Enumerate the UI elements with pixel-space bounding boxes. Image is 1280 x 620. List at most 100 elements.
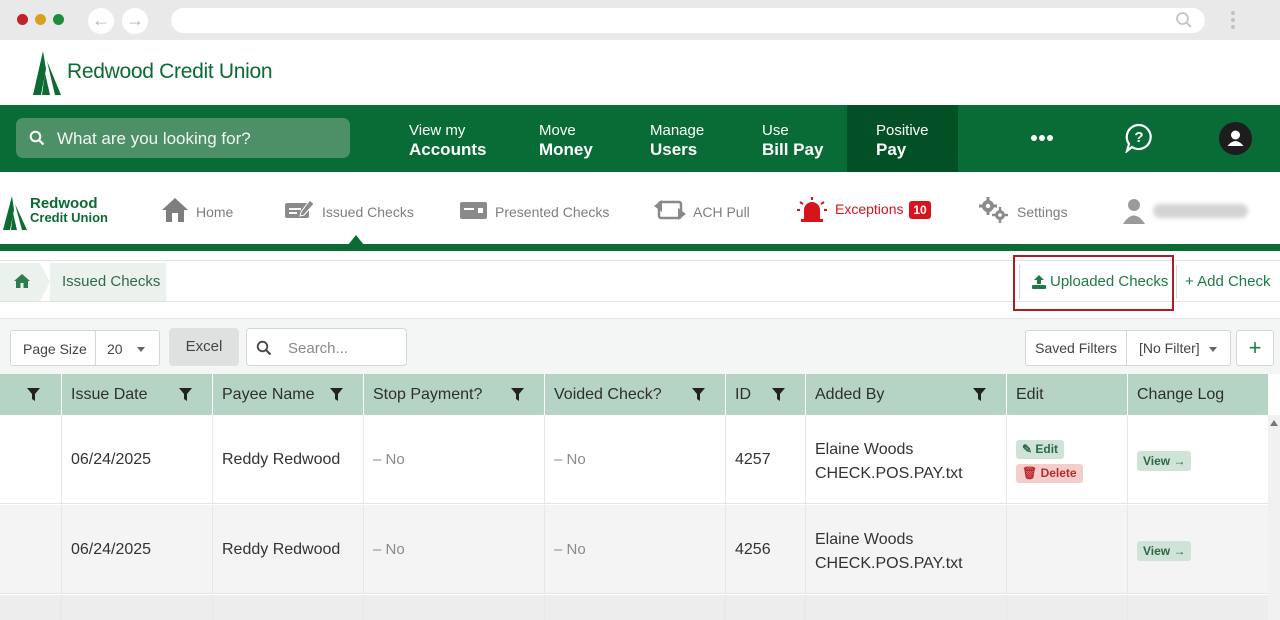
exceptions-count-badge: 10 [909,201,931,219]
global-search-input[interactable]: What are you looking for? [16,118,350,158]
table-row[interactable]: 06/24/2025 Reddy Redwood – No – No 4257 … [0,415,1268,504]
redwood-logo-icon[interactable] [33,51,63,95]
delete-button[interactable]: 🗑 Delete [1016,464,1083,483]
filter-funnel-icon[interactable] [179,388,192,401]
filter-funnel-icon[interactable] [27,388,40,401]
global-search-placeholder: What are you looking for? [57,129,251,148]
main-navigation: What are you looking for? View my Accoun… [0,105,1280,172]
home-icon [14,274,30,288]
stop-payment-value: – No [373,451,405,468]
edit-cell [1007,595,1128,620]
filter-select[interactable]: [No Filter] [1127,330,1231,366]
nav-item-accounts[interactable]: View my Accounts [409,122,486,160]
column-header-edit: Edit [1007,374,1128,415]
scroll-up-icon[interactable] [1270,420,1278,426]
stop-payment-value: – No [373,541,405,558]
page-size-label: Page Size [23,341,87,357]
forward-arrow-icon[interactable]: → [122,8,148,34]
nav-item-line2: Bill Pay [762,140,824,159]
filter-funnel-icon[interactable] [330,388,343,401]
user-icon[interactable] [1122,197,1146,225]
column-header-stop-payment[interactable]: Stop Payment? [364,374,545,415]
voided-cell [545,595,726,620]
tab-ach-pull[interactable]: ACH Pull [654,196,754,224]
saved-filters-button[interactable]: Saved Filters [1025,330,1127,366]
excel-export-button[interactable]: Excel [169,328,239,366]
issue-date-cell: 06/24/2025 [62,505,213,593]
issue-date-cell: 06/24/2025 [62,415,213,503]
search-placeholder: Search... [288,340,349,357]
nav-item-line1: Move [539,122,576,139]
page-size-select[interactable]: Page Size 20 [10,330,160,366]
page-size-value: 20 [107,341,123,357]
column-header-label: Issue Date [71,386,148,403]
subnav-logo-text[interactable]: Redwood Credit Union [30,196,108,225]
column-header-payee-name[interactable]: Payee Name [213,374,364,415]
check-pen-icon [285,199,315,218]
column-header-voided-check[interactable]: Voided Check? [545,374,726,415]
nav-item-money[interactable]: Move Money [539,122,593,160]
column-header-id[interactable]: ID [726,374,806,415]
close-window-dot[interactable] [17,14,28,25]
maximize-window-dot[interactable] [53,14,64,25]
trash-icon: 🗑 [1022,466,1038,480]
added-by-file: CHECK.POS.PAY.txt [815,555,963,572]
help-chat-icon[interactable]: ? [1125,123,1153,153]
row-select-cell [0,595,62,620]
table-row[interactable]: 06/24/2025 Reddy Redwood – No – No 4256 … [0,505,1268,594]
breadcrumb-home[interactable] [0,263,40,301]
tab-issued-checks[interactable]: Issued Checks [284,196,414,224]
brand-header: Redwood Credit Union [0,40,1280,105]
minimize-window-dot[interactable] [35,14,46,25]
stop-payment-cell: – No [364,415,545,503]
column-header-issue-date[interactable]: Issue Date [62,374,213,415]
view-change-log-button[interactable]: View → [1137,541,1192,561]
column-header-added-by[interactable]: Added By [806,374,1007,415]
filter-funnel-icon[interactable] [511,388,524,401]
address-bar[interactable] [171,8,1205,33]
added-by-cell [806,595,1007,620]
redwood-logo-icon[interactable] [3,196,29,230]
user-name-redacted[interactable] [1153,204,1248,218]
brand-name[interactable]: Redwood Credit Union [67,60,273,84]
view-change-log-button[interactable]: View → [1137,451,1192,471]
positive-pay-subnav: Redwood Credit Union Home Issued Checks … [0,172,1280,252]
filter-funnel-icon[interactable] [772,388,785,401]
filter-funnel-icon[interactable] [692,388,705,401]
nav-item-line1: Use [762,122,789,139]
id-cell [726,595,806,620]
tab-label-group: Exceptions 10 [835,201,931,219]
nav-item-users[interactable]: Manage Users [650,122,704,160]
delete-label: Delete [1040,466,1077,480]
nav-item-line2: Pay [876,140,907,159]
browser-menu-icon[interactable] [1228,8,1238,34]
edit-cell [1007,505,1128,593]
tab-presented-checks[interactable]: Presented Checks [459,196,609,224]
column-header-label: Stop Payment? [373,386,483,403]
voided-value: – No [554,451,586,468]
payee-value: Reddy Redwood [222,541,341,558]
issue-date-cell [62,595,213,620]
add-filter-button[interactable]: + [1236,330,1274,366]
tab-home[interactable]: Home [160,196,240,224]
add-check-button[interactable]: + Add Check [1176,265,1280,299]
user-avatar-icon[interactable] [1219,122,1252,155]
tab-exceptions[interactable]: Exceptions 10 [796,196,936,224]
filter-funnel-icon[interactable] [973,388,986,401]
grid-search-input[interactable]: Search... [246,328,407,366]
edit-button[interactable]: ✎ Edit [1016,440,1065,459]
more-icon[interactable] [1031,135,1055,141]
nav-item-positive-pay[interactable]: Positive Pay [876,122,929,160]
grid-scrollbar[interactable] [1268,415,1280,620]
column-header-label: Voided Check? [554,386,662,403]
table-row[interactable] [0,595,1268,620]
row-select-cell [0,505,62,593]
tab-label: Settings [1017,204,1068,220]
browser-toolbar: ← → [0,0,1280,40]
edit-cell: ✎ Edit 🗑 Delete [1007,415,1128,503]
payee-value: Reddy Redwood [222,451,341,468]
column-header-filter[interactable] [0,374,62,415]
nav-item-bill-pay[interactable]: Use Bill Pay [762,122,823,160]
back-arrow-icon[interactable]: ← [88,8,114,34]
tab-settings[interactable]: Settings [978,196,1078,224]
